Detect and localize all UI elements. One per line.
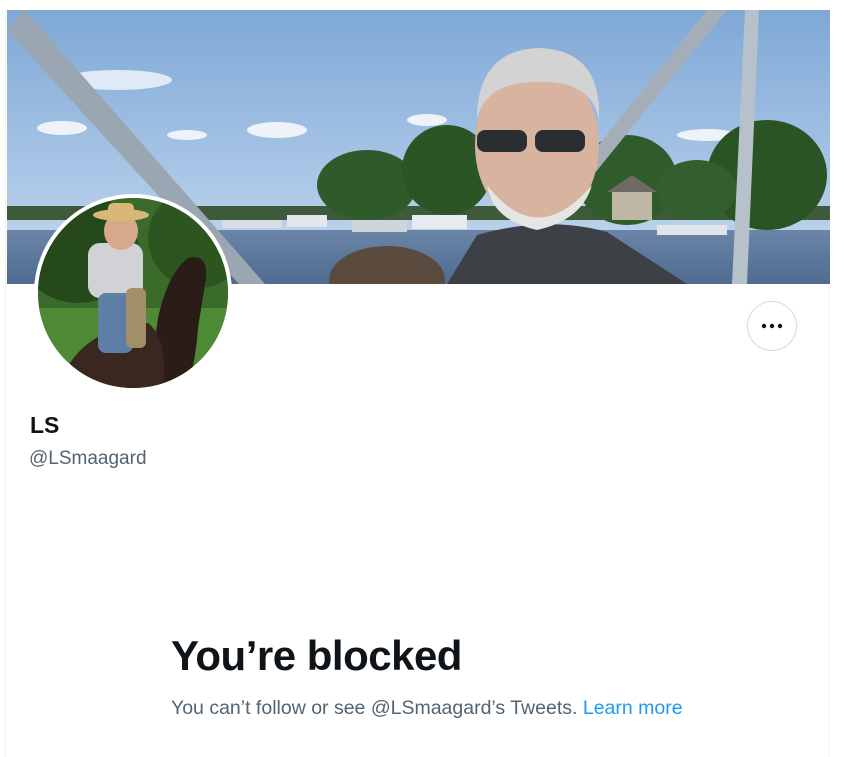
blocked-title: You’re blocked xyxy=(171,632,462,679)
profile-display-name: LS xyxy=(30,412,60,438)
blocked-message: You can’t follow or see @LSmaagard’s Twe… xyxy=(171,694,691,722)
profile-page: LS @LSmaagard You’re blocked You can’t f… xyxy=(0,0,845,757)
blocked-message-text: You can’t follow or see @LSmaagard’s Twe… xyxy=(171,697,578,719)
profile-avatar[interactable] xyxy=(34,194,232,392)
profile-column: LS @LSmaagard You’re blocked You can’t f… xyxy=(5,10,830,757)
learn-more-link[interactable]: Learn more xyxy=(583,697,683,719)
profile-handle: @LSmaagard xyxy=(29,448,147,469)
more-horizontal-icon xyxy=(761,323,783,329)
more-options-button[interactable] xyxy=(747,301,797,351)
avatar-photo xyxy=(38,198,228,388)
